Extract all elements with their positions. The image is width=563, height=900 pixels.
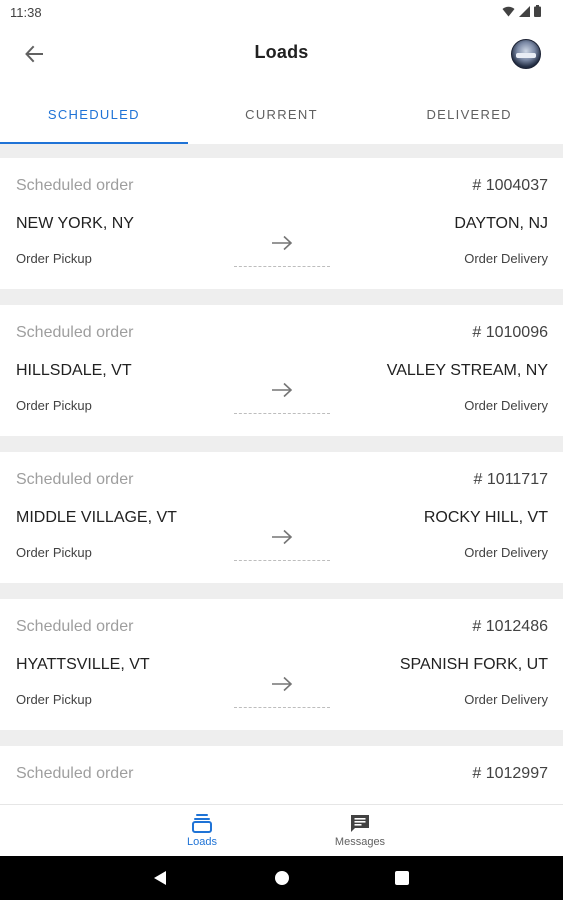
nav-loads-label: Loads	[187, 836, 217, 848]
status-time: 11:38	[10, 5, 42, 20]
system-recents-button[interactable]	[380, 856, 424, 900]
app-bar: Loads	[0, 24, 563, 84]
order-number: # 1010096	[472, 324, 548, 341]
system-home-button[interactable]	[260, 856, 304, 900]
order-number: # 1012997	[472, 765, 548, 782]
circle-home-icon	[275, 871, 289, 885]
delivery-label: Order Delivery	[464, 692, 548, 707]
route-divider	[234, 413, 330, 414]
triangle-back-icon	[154, 871, 166, 885]
arrow-right-icon	[272, 235, 293, 251]
order-list[interactable]: Scheduled order # 1004037 NEW YORK, NY D…	[0, 144, 563, 804]
route-divider	[234, 707, 330, 708]
signal-icon	[519, 5, 530, 17]
bottom-navigation: Loads Messages	[0, 804, 563, 856]
order-card[interactable]: Scheduled order # 1011717 MIDDLE VILLAGE…	[0, 452, 563, 583]
battery-icon	[534, 5, 541, 17]
page-title: Loads	[254, 42, 309, 62]
arrow-right-icon	[272, 676, 293, 692]
delivery-label: Order Delivery	[464, 398, 548, 413]
order-card[interactable]: Scheduled order # 1012486 HYATTSVILLE, V…	[0, 599, 563, 730]
delivery-label: Order Delivery	[464, 251, 548, 266]
destination-city: SPANISH FORK, UT	[399, 656, 548, 673]
tab-scheduled[interactable]: SCHEDULED	[0, 84, 188, 144]
nav-messages-label: Messages	[334, 836, 386, 848]
tab-current[interactable]: CURRENT	[188, 84, 376, 144]
order-number: # 1012486	[472, 618, 548, 635]
destination-city: DAYTON, NJ	[454, 215, 548, 232]
nav-loads[interactable]: Loads	[162, 805, 242, 857]
pickup-label: Order Pickup	[16, 545, 92, 560]
wifi-icon	[502, 6, 515, 16]
arrow-right-icon	[272, 382, 293, 398]
destination-city: VALLEY STREAM, NY	[386, 362, 548, 379]
origin-city: NEW YORK, NY	[16, 215, 134, 232]
origin-city: HILLSDALE, VT	[16, 362, 132, 379]
status-icons	[502, 5, 541, 17]
order-number: # 1004037	[472, 177, 548, 194]
order-status: Scheduled order	[16, 765, 134, 782]
tab-delivered[interactable]: DELIVERED	[375, 84, 563, 144]
order-card[interactable]: Scheduled order # 1010096 HILLSDALE, VT …	[0, 305, 563, 436]
route-divider	[234, 266, 330, 267]
square-recents-icon	[395, 871, 409, 885]
tab-bar: SCHEDULED CURRENT DELIVERED	[0, 84, 563, 144]
order-status: Scheduled order	[16, 471, 134, 488]
avatar[interactable]	[511, 39, 541, 69]
loads-stack-icon	[192, 814, 212, 833]
order-status: Scheduled order	[16, 177, 134, 194]
arrow-right-icon	[272, 529, 293, 545]
route-divider	[234, 560, 330, 561]
system-back-button[interactable]	[138, 856, 182, 900]
delivery-label: Order Delivery	[464, 545, 548, 560]
order-status: Scheduled order	[16, 618, 134, 635]
order-card[interactable]: Scheduled order # 1012997	[0, 746, 563, 804]
pickup-label: Order Pickup	[16, 251, 92, 266]
pickup-label: Order Pickup	[16, 398, 92, 413]
order-number: # 1011717	[473, 471, 548, 488]
order-card[interactable]: Scheduled order # 1004037 NEW YORK, NY D…	[0, 158, 563, 289]
origin-city: MIDDLE VILLAGE, VT	[16, 509, 177, 526]
pickup-label: Order Pickup	[16, 692, 92, 707]
system-navigation-bar	[0, 856, 563, 900]
origin-city: HYATTSVILLE, VT	[16, 656, 150, 673]
message-icon	[351, 815, 369, 832]
status-bar: 11:38	[0, 0, 563, 24]
order-status: Scheduled order	[16, 324, 134, 341]
nav-messages[interactable]: Messages	[320, 805, 400, 857]
destination-city: ROCKY HILL, VT	[423, 509, 548, 526]
